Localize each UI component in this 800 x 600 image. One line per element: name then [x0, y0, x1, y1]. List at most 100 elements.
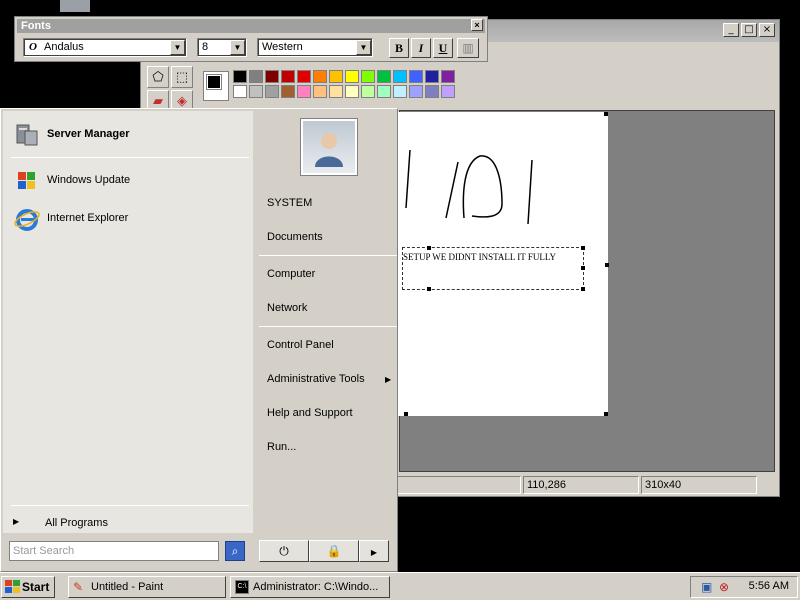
vertical-text-button[interactable]: ▥: [457, 38, 479, 58]
maximize-button[interactable]: □: [741, 23, 757, 37]
current-colors[interactable]: [203, 71, 229, 101]
color-swatch[interactable]: [329, 70, 343, 83]
task-paint[interactable]: ✎ Untitled - Paint: [68, 576, 226, 598]
menu-item-computer[interactable]: Computer: [267, 268, 315, 280]
clock[interactable]: 5:56 AM: [749, 580, 789, 592]
color-swatch[interactable]: [233, 85, 247, 98]
power-button[interactable]: ⏻: [259, 540, 309, 562]
color-swatch[interactable]: [313, 70, 327, 83]
task-label: Administrator: C:\Windo...: [253, 581, 379, 593]
cmd-icon: C:\: [235, 580, 249, 594]
canvas-text: SETUP WE DIDNT INSTALL IT FULLY: [403, 252, 556, 262]
status-coords: 110,286: [523, 476, 639, 494]
underline-button[interactable]: U: [433, 38, 453, 58]
pinned-internet-explorer[interactable]: Internet Explorer: [13, 203, 249, 235]
fonts-toolbar: Fonts × O Andalus ▼ 8 ▼ Western ▼ B I U …: [14, 16, 488, 62]
arrow-right-icon: ▶: [13, 517, 20, 526]
color-swatch[interactable]: [425, 70, 439, 83]
color-swatch[interactable]: [297, 85, 311, 98]
rect-select-icon[interactable]: ⬚: [171, 66, 193, 88]
italic-button[interactable]: I: [411, 38, 431, 58]
color-swatch[interactable]: [393, 85, 407, 98]
lock-button[interactable]: 🔒: [309, 540, 359, 562]
font-name-combo[interactable]: O Andalus ▼: [23, 38, 187, 57]
recycle-bin-icon[interactable]: [60, 0, 90, 12]
color-swatch[interactable]: [393, 70, 407, 83]
menu-item-run[interactable]: Run...: [267, 441, 296, 453]
script-combo[interactable]: Western ▼: [257, 38, 373, 57]
menu-item-help-support[interactable]: Help and Support: [267, 407, 353, 419]
color-swatch[interactable]: [265, 70, 279, 83]
pinned-windows-update[interactable]: Windows Update: [13, 165, 249, 197]
color-swatch[interactable]: [409, 85, 423, 98]
color-swatch[interactable]: [249, 85, 263, 98]
all-programs-label: All Programs: [45, 517, 108, 529]
power-icon: ⏻: [279, 544, 289, 558]
color-swatch[interactable]: [345, 70, 359, 83]
color-swatch[interactable]: [265, 85, 279, 98]
menu-item-administrative-tools[interactable]: Administrative Tools: [267, 373, 365, 385]
menu-item-control-panel[interactable]: Control Panel: [267, 339, 334, 351]
chevron-down-icon[interactable]: ▼: [170, 40, 185, 55]
all-programs-button[interactable]: ▶ All Programs: [13, 515, 249, 531]
start-button[interactable]: Start: [1, 576, 55, 598]
color-swatch[interactable]: [345, 85, 359, 98]
shutdown-options-button[interactable]: ▶: [359, 540, 389, 562]
lock-icon: 🔒: [326, 544, 342, 558]
pinned-label: Server Manager: [47, 128, 130, 140]
chevron-down-icon[interactable]: ▼: [356, 40, 371, 55]
system-tray: ▣ ⊗ 5:56 AM: [690, 576, 798, 598]
color-swatch[interactable]: [281, 70, 295, 83]
bold-button[interactable]: B: [389, 38, 409, 58]
close-button[interactable]: ×: [759, 23, 775, 37]
color-swatch[interactable]: [281, 85, 295, 98]
start-menu: Server Manager Windows Update Internet E…: [0, 108, 398, 572]
foreground-color[interactable]: [206, 74, 222, 90]
task-command-prompt[interactable]: C:\ Administrator: C:\Windo...: [230, 576, 390, 598]
font-size-combo[interactable]: 8 ▼: [197, 38, 247, 57]
start-label: Start: [22, 580, 50, 594]
color-palette: [233, 70, 457, 100]
color-swatch[interactable]: [361, 85, 375, 98]
search-icon[interactable]: ⌕: [225, 541, 245, 561]
color-swatch[interactable]: [409, 70, 423, 83]
menu-item-documents[interactable]: Documents: [267, 231, 323, 243]
color-swatch[interactable]: [233, 70, 247, 83]
server-manager-icon: [16, 124, 38, 146]
network-icon[interactable]: ▣: [701, 580, 712, 594]
taskbar: Start ✎ Untitled - Paint C:\ Administrat…: [0, 572, 800, 600]
text-selection-box[interactable]: SETUP WE DIDNT INSTALL IT FULLY: [402, 246, 585, 291]
opentype-icon: O: [29, 41, 37, 53]
free-select-icon[interactable]: ⬠: [147, 66, 169, 88]
font-size-value: 8: [202, 41, 209, 53]
color-swatch[interactable]: [249, 70, 263, 83]
color-swatch[interactable]: [313, 85, 327, 98]
windows-update-icon: [18, 172, 35, 189]
pinned-server-manager[interactable]: Server Manager: [13, 119, 249, 151]
color-swatch[interactable]: [361, 70, 375, 83]
task-label: Untitled - Paint: [91, 581, 164, 593]
status-help: [381, 476, 521, 494]
color-swatch[interactable]: [329, 85, 343, 98]
windows-logo-icon: [5, 580, 20, 593]
color-swatch[interactable]: [377, 85, 391, 98]
fonts-title-bar[interactable]: Fonts ×: [17, 19, 485, 33]
user-picture[interactable]: [300, 118, 358, 176]
color-swatch[interactable]: [425, 85, 439, 98]
color-swatch[interactable]: [441, 70, 455, 83]
pinned-label: Windows Update: [47, 174, 131, 186]
chevron-down-icon[interactable]: ▼: [230, 40, 245, 55]
menu-item-network[interactable]: Network: [267, 302, 307, 314]
status-size: 310x40: [641, 476, 757, 494]
color-swatch[interactable]: [377, 70, 391, 83]
start-search-input[interactable]: Start Search: [9, 541, 219, 561]
internet-explorer-icon: [14, 209, 40, 231]
start-menu-left-pane: Server Manager Windows Update Internet E…: [3, 111, 253, 533]
color-swatch[interactable]: [297, 70, 311, 83]
paint-icon: ✎: [73, 580, 84, 594]
menu-item-system[interactable]: SYSTEM: [267, 197, 312, 209]
minimize-button[interactable]: _: [723, 23, 739, 37]
fonts-close-button[interactable]: ×: [471, 19, 483, 31]
warning-icon[interactable]: ⊗: [719, 580, 729, 594]
color-swatch[interactable]: [441, 85, 455, 98]
